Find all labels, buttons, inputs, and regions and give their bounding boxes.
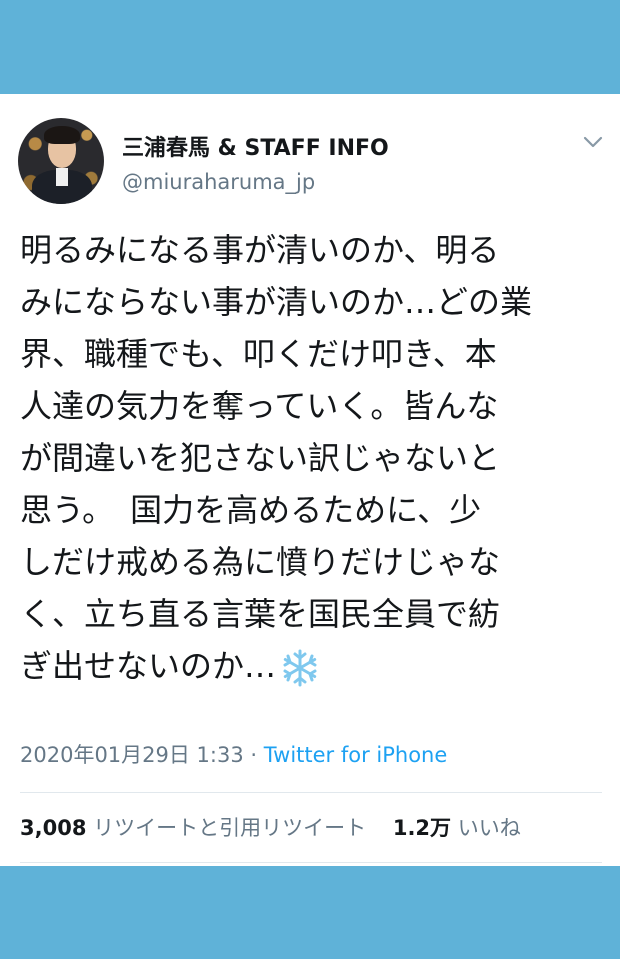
avatar-hair: [44, 126, 80, 144]
likes-count: 1.2万: [392, 816, 452, 840]
retweets-stat[interactable]: 3,008 リツイートと引用リツイート: [20, 816, 366, 840]
tweet-text-line: 明るみになる事が清いのか、明る: [20, 231, 500, 269]
tweet-text-line: が間違いを犯さない訳じゃないと: [20, 439, 501, 477]
tweet-card: 三浦春馬 & STAFF INFO @miuraharuma_jp 明るみになる…: [0, 94, 620, 866]
tweet-text-line: 思う。 国力を高めるために、少: [20, 491, 482, 529]
tweet-text-last-line: ぎ出せないのか…: [20, 640, 605, 692]
meta-separator: ·: [250, 743, 258, 767]
top-border-band: [0, 0, 620, 94]
tweet-text-line: 界、職種でも、叩くだけ叩き、本: [20, 335, 497, 373]
tweet-text-line: ぎ出せないのか…: [20, 647, 277, 685]
tweet-text: 明るみになる事が清いのか、明る みにならない事が清いのか…どの業 界、職種でも、…: [20, 224, 605, 692]
bottom-border-band: [0, 866, 620, 959]
tweet-text-line: しだけ戒める為に憤りだけじゃな: [20, 543, 501, 581]
avatar-shirt: [56, 168, 68, 186]
source-link[interactable]: Twitter for iPhone: [264, 743, 448, 767]
divider: [20, 862, 602, 863]
likes-stat[interactable]: 1.2万 いいね: [393, 816, 521, 840]
chevron-down-icon[interactable]: [582, 134, 604, 150]
tweet-text-line: く、立ち直る言葉を国民全員で紡: [20, 595, 501, 633]
tweet-text-line: みにならない事が清いのか…どの業: [20, 283, 533, 321]
tweet-meta: 2020年01月29日 1:33 · Twitter for iPhone: [20, 739, 447, 769]
tweet-text-line: 人達の気力を奪っていく。皆んな: [20, 387, 499, 425]
divider: [20, 792, 602, 793]
timestamp[interactable]: 2020年01月29日 1:33: [20, 743, 244, 767]
avatar[interactable]: [18, 118, 104, 204]
retweets-label: リツイートと引用リツイート: [93, 816, 367, 840]
retweets-count: 3,008: [20, 816, 87, 840]
display-name[interactable]: 三浦春馬 & STAFF INFO: [122, 130, 389, 162]
snowflake-icon: [283, 649, 317, 687]
user-handle[interactable]: @miuraharuma_jp: [122, 170, 315, 194]
tweet-stats: 3,008 リツイートと引用リツイート 1.2万 いいね: [20, 812, 521, 842]
likes-label: いいね: [457, 816, 521, 840]
